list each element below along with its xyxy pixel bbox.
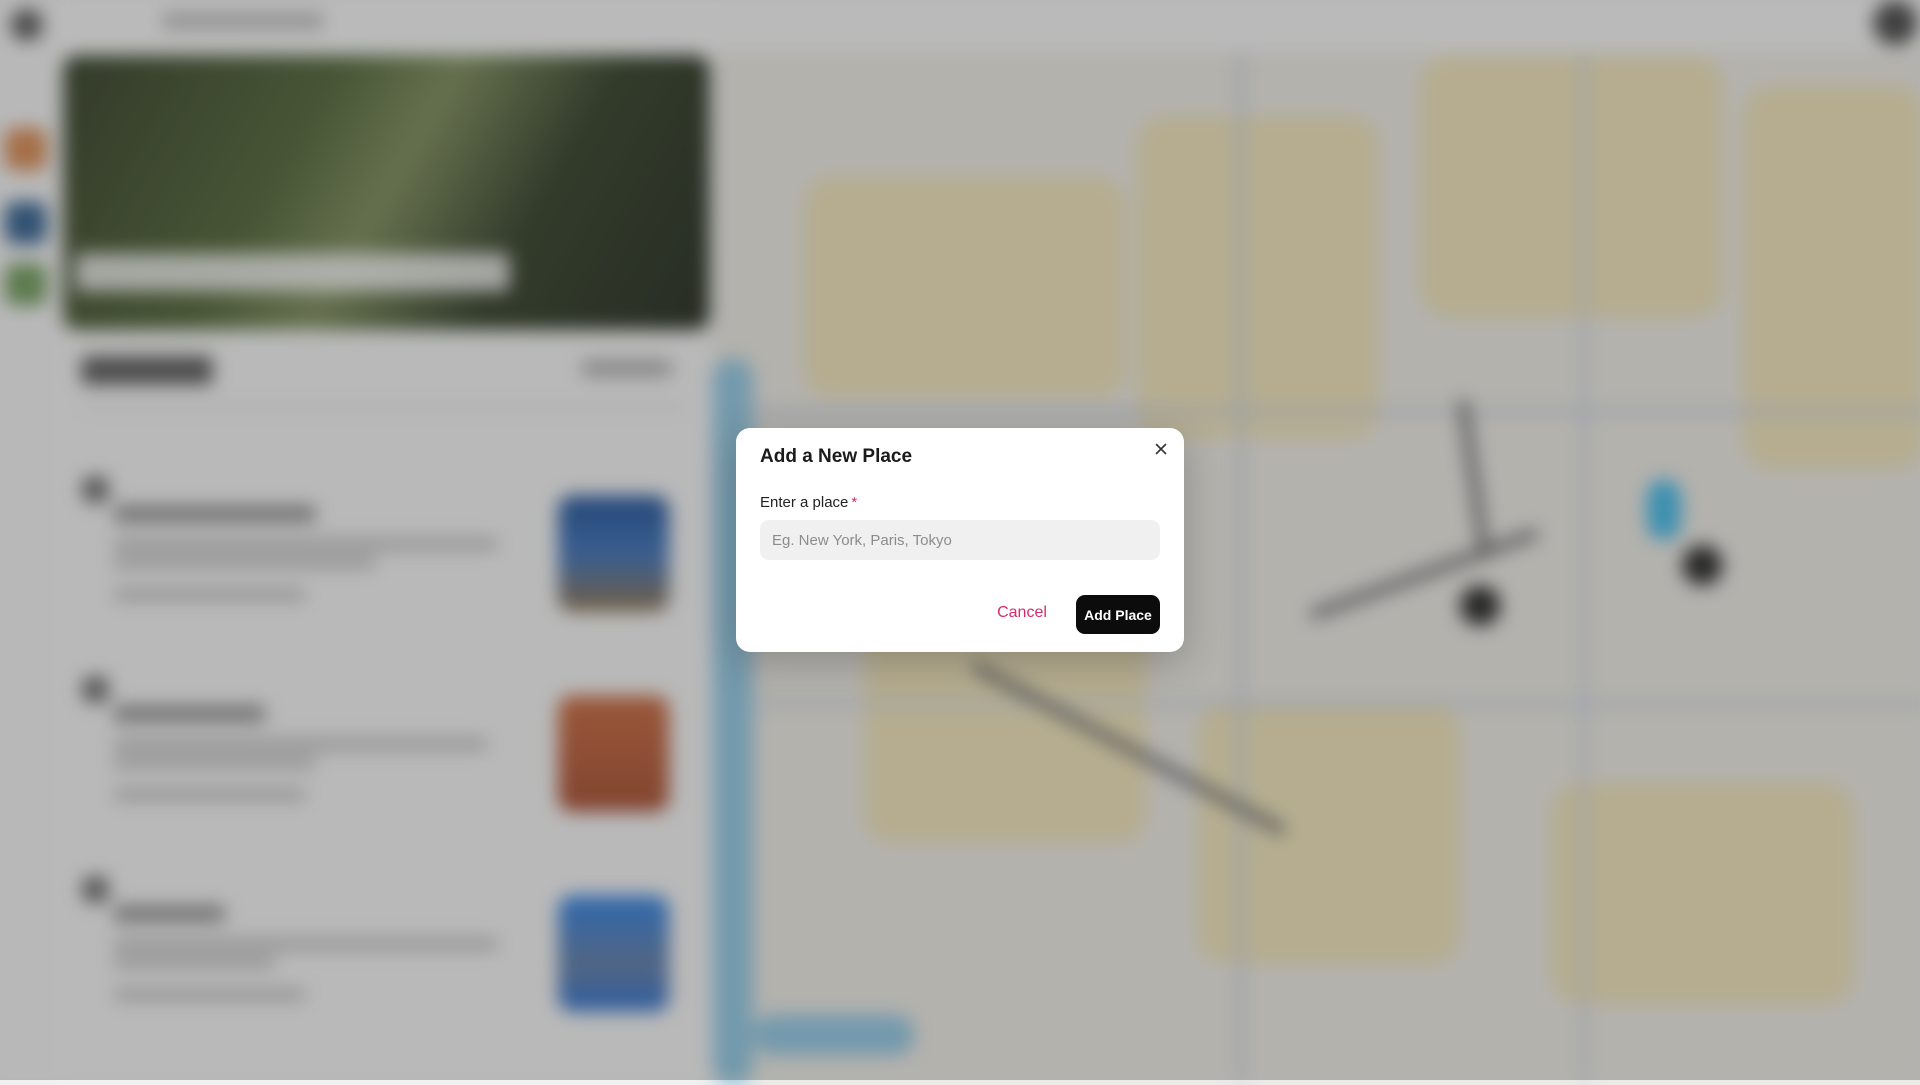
add-place-button[interactable]: Add Place <box>1076 595 1160 634</box>
required-marker: * <box>851 494 858 511</box>
place-field-label: Enter a place * <box>760 494 857 511</box>
add-place-dialog: Add a New Place Enter a place* Cancel Ad… <box>736 428 1184 652</box>
close-button[interactable] <box>1148 436 1174 462</box>
close-icon <box>1155 443 1167 455</box>
dialog-title: Add a New Place <box>760 446 913 467</box>
cancel-button[interactable]: Cancel <box>972 595 1072 631</box>
place-input[interactable] <box>760 520 1160 560</box>
place-field-label-text: Enter a place <box>760 494 849 511</box>
